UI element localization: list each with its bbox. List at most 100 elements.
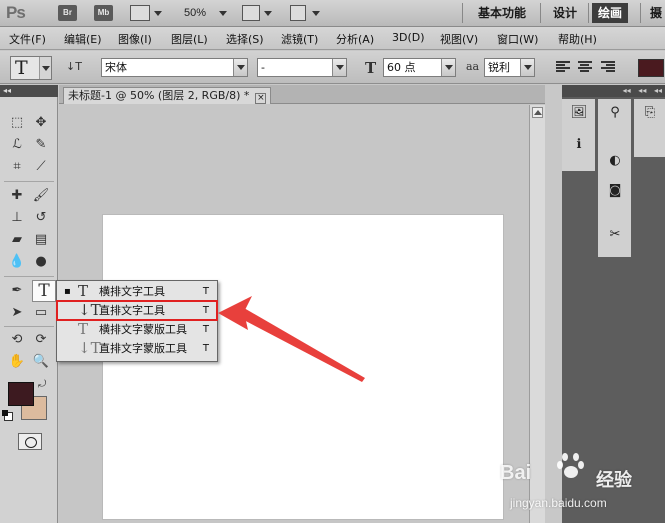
chevron-down-icon	[520, 59, 534, 76]
move-tool-icon[interactable]: ✥	[30, 113, 52, 133]
watermark-brand: Bai	[500, 462, 532, 484]
document-tab-bar: 未标题-1 @ 50% (图层 2, RGB/8) * ×	[59, 85, 545, 104]
gradient-tool-icon[interactable]: ▤	[30, 230, 52, 250]
default-colors-icon[interactable]	[2, 410, 13, 421]
selected-bullet-icon: ▪	[64, 286, 71, 297]
zoom-tool-icon[interactable]: 🔍	[30, 352, 52, 372]
menu-layer[interactable]: 图层(L)	[171, 31, 208, 47]
menu-image[interactable]: 图像(I)	[118, 31, 152, 47]
document-title: 未标题-1 @ 50% (图层 2, RGB/8) *	[68, 89, 250, 102]
pen-tool-icon[interactable]: ✒	[6, 281, 28, 301]
toggle-text-orientation-icon[interactable]: ↓T	[66, 60, 82, 73]
font-family-value: 宋体	[105, 61, 127, 74]
history-icon[interactable]: ⎘	[636, 105, 664, 133]
scroll-up-icon[interactable]	[532, 107, 543, 118]
divider	[462, 3, 463, 23]
clone-source-icon[interactable]: ◐	[601, 153, 629, 181]
flyout-vertical-type-tool[interactable]: ↓T 直排文字工具 T	[56, 300, 218, 321]
align-left-icon[interactable]	[556, 61, 570, 73]
menu-3d[interactable]: 3D(D)	[392, 31, 425, 44]
divider	[540, 3, 541, 23]
view-extras-dropdown-icon[interactable]	[154, 11, 162, 16]
brush-presets-icon[interactable]: ⚲	[601, 105, 629, 133]
eraser-tool-icon[interactable]: ▰	[6, 230, 28, 250]
flyout-item-label: 横排文字工具	[99, 285, 165, 298]
font-style-value: -	[261, 61, 265, 74]
3d-orbit-tool-icon[interactable]: ⟳	[30, 330, 52, 350]
canvas[interactable]	[103, 215, 503, 519]
tool-presets-icon[interactable]: ✂	[601, 227, 629, 255]
crop-tool-icon[interactable]: ⌗	[6, 157, 28, 177]
arrange-dropdown-icon[interactable]	[264, 11, 272, 16]
workspace-design[interactable]: 设计	[547, 3, 583, 23]
close-icon[interactable]: ×	[255, 93, 267, 104]
tool-preset-picker[interactable]: T	[10, 56, 52, 80]
screen-mode-icon[interactable]	[290, 5, 306, 21]
panel-column-3: ⎘	[634, 99, 665, 157]
menu-analysis[interactable]: 分析(A)	[336, 31, 374, 47]
vertical-type-icon: ↓T	[78, 301, 101, 319]
swap-colors-icon[interactable]: ⤾	[38, 379, 46, 390]
workspace-essentials[interactable]: 基本功能	[472, 3, 532, 23]
brush-tool-icon[interactable]: 🖌	[30, 186, 52, 206]
flyout-item-label: 直排文字工具	[99, 304, 165, 317]
application-bar: Ps Br Mb 50% 基本功能 设计 绘画 摄	[0, 0, 665, 27]
flyout-horizontal-type-mask-tool[interactable]: T 横排文字蒙版工具 T	[57, 320, 217, 339]
anti-alias-select[interactable]: 锐利	[484, 58, 535, 77]
menu-file[interactable]: 文件(F)	[9, 31, 46, 47]
align-center-icon[interactable]	[578, 61, 592, 73]
lasso-tool-icon[interactable]: ℒ	[6, 135, 28, 155]
hand-tool-icon[interactable]: ✋	[6, 352, 28, 372]
bridge-button[interactable]: Br	[58, 5, 77, 21]
watermark-brand-cn: 经验	[596, 470, 632, 491]
zoom-level[interactable]: 50%	[184, 7, 206, 19]
text-color-swatch[interactable]	[638, 59, 664, 77]
menu-help[interactable]: 帮助(H)	[558, 31, 597, 47]
menu-select[interactable]: 选择(S)	[226, 31, 264, 47]
dodge-tool-icon[interactable]: ●	[30, 252, 52, 272]
collapse-panel-icon[interactable]: ◂◂	[0, 85, 58, 97]
eyedropper-tool-icon[interactable]: ⟋	[30, 157, 52, 177]
align-right-icon[interactable]	[601, 61, 615, 73]
view-extras-icon[interactable]	[130, 5, 150, 21]
screen-mode-dropdown-icon[interactable]	[312, 11, 320, 16]
clone-stamp-tool-icon[interactable]: ⊥	[6, 208, 28, 228]
flyout-horizontal-type-tool[interactable]: ▪ T 横排文字工具 T	[57, 282, 217, 301]
zoom-dropdown-icon[interactable]	[219, 11, 227, 16]
spot-healing-tool-icon[interactable]: ✚	[6, 186, 28, 206]
vertical-scrollbar[interactable]	[529, 105, 545, 523]
flyout-vertical-type-mask-tool[interactable]: ↓T 直排文字蒙版工具 T	[57, 339, 217, 358]
expand-panels-icon[interactable]: ◂◂ ◂◂ ◂◂	[562, 85, 665, 97]
path-selection-tool-icon[interactable]: ➤	[6, 303, 28, 323]
foreground-color-swatch-top[interactable]	[8, 382, 34, 406]
font-size-select[interactable]: 60 点	[383, 58, 456, 77]
font-family-select[interactable]: 宋体	[101, 58, 248, 77]
flyout-item-shortcut: T	[202, 305, 209, 316]
masks-icon[interactable]: ◙	[601, 183, 629, 211]
document-tab[interactable]: 未标题-1 @ 50% (图层 2, RGB/8) * ×	[63, 87, 272, 104]
menu-edit[interactable]: 编辑(E)	[64, 31, 102, 47]
marquee-tool-icon[interactable]: ⬚	[6, 113, 28, 133]
menu-view[interactable]: 视图(V)	[440, 31, 478, 47]
workspace-painting[interactable]: 绘画	[592, 3, 629, 23]
font-style-select[interactable]: -	[257, 58, 347, 77]
tools-panel: ◂◂ ⬚ ✥ ℒ ✎ ⌗ ⟋ ✚ 🖌 ⊥ ↺ ▰ ▤ 💧 ● ✒ T ➤ ▭ ⟲…	[0, 85, 58, 523]
menu-window[interactable]: 窗口(W)	[497, 31, 538, 47]
history-brush-tool-icon[interactable]: ↺	[30, 208, 52, 228]
navigator-icon[interactable]: 🖼	[565, 105, 593, 133]
font-size-icon: T	[365, 59, 377, 77]
quick-selection-tool-icon[interactable]: ✎	[30, 135, 52, 155]
info-icon[interactable]: ℹ	[565, 137, 593, 165]
baidu-paw-logo	[557, 453, 584, 478]
mini-bridge-button[interactable]: Mb	[94, 5, 113, 21]
type-tool-button[interactable]: T	[32, 280, 56, 302]
shape-tool-icon[interactable]: ▭	[30, 303, 52, 323]
workspace-photography[interactable]: 摄	[644, 3, 665, 23]
quick-mask-icon[interactable]	[18, 433, 42, 450]
flyout-item-shortcut: T	[202, 286, 209, 297]
menu-filter[interactable]: 滤镜(T)	[281, 31, 318, 47]
tool-preset-dropdown[interactable]	[39, 57, 51, 79]
3d-rotate-tool-icon[interactable]: ⟲	[6, 330, 28, 350]
blur-tool-icon[interactable]: 💧	[6, 252, 28, 272]
arrange-documents-icon[interactable]	[242, 5, 260, 21]
